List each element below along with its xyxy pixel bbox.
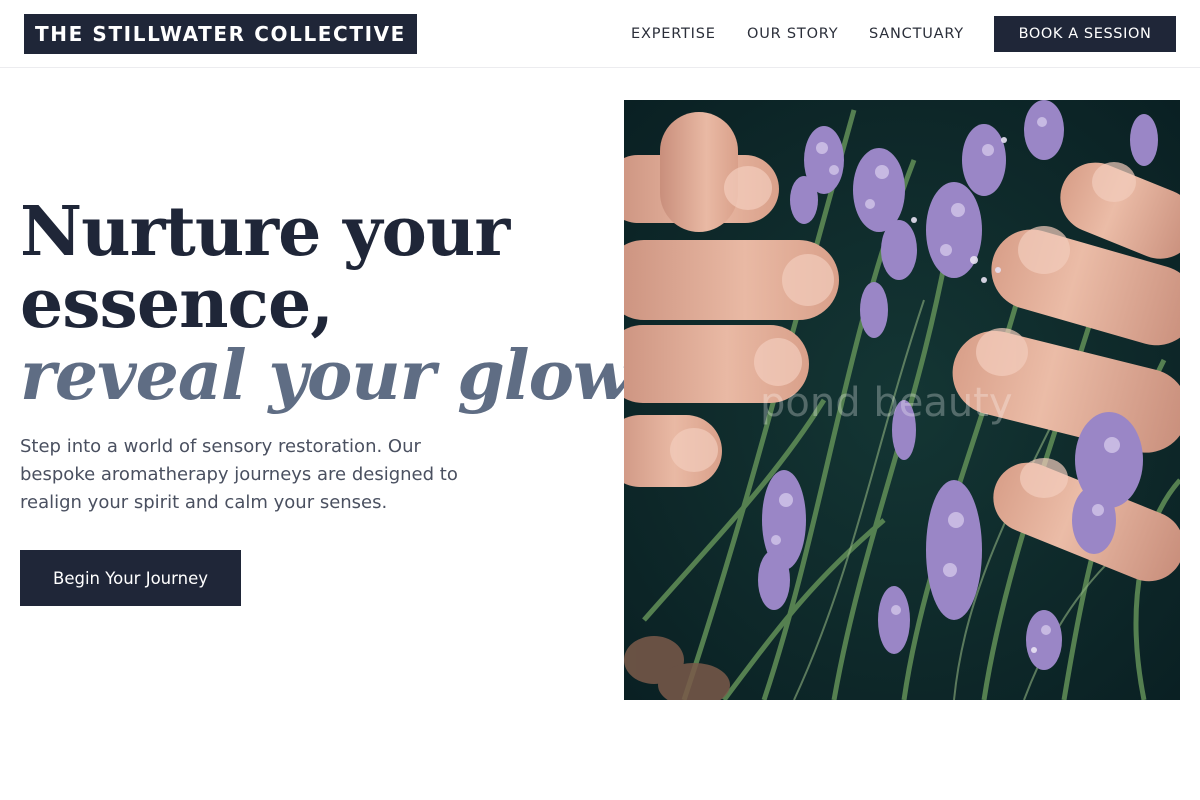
hero-image-lavender-hands <box>624 100 1180 700</box>
headline-line-1: Nurture your <box>20 192 510 272</box>
nav-sanctuary[interactable]: SANCTUARY <box>869 0 964 68</box>
begin-journey-button[interactable]: Begin Your Journey <box>20 550 241 606</box>
hero-description: Step into a world of sensory restoration… <box>20 436 458 513</box>
book-session-button[interactable]: BOOK A SESSION <box>994 16 1176 52</box>
headline-accent: reveal your glow. <box>20 336 647 416</box>
hero-headline: Nurture your essence, reveal your glow. <box>20 192 647 416</box>
site-header: THE STILLWATER COLLECTIVE EXPERTISE OUR … <box>0 0 1200 68</box>
nav-expertise[interactable]: EXPERTISE <box>631 0 716 68</box>
headline-line-2: essence, <box>20 264 334 344</box>
nav-our-story[interactable]: OUR STORY <box>747 0 838 68</box>
brand-logo[interactable]: THE STILLWATER COLLECTIVE <box>24 14 417 54</box>
